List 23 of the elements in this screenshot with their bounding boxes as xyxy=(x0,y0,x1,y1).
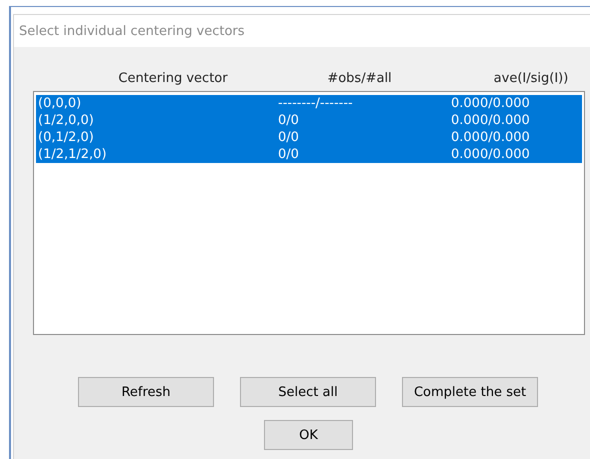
row-text: (1/2,1/2,0) xyxy=(38,147,108,162)
row-text: 0/0 xyxy=(278,147,300,162)
row-text: 0.000/0.000 xyxy=(451,130,531,145)
list-row[interactable]: (0,0,0) --------/------- 0.000/0.000 xyxy=(36,95,582,112)
dialog-button[interactable]: Select all xyxy=(240,377,376,407)
list-row[interactable]: (0,1/2,0) 0/0 0.000/0.000 xyxy=(36,129,582,146)
column-header: #obs/#all xyxy=(327,71,392,86)
dialog-button[interactable]: Refresh xyxy=(78,377,214,407)
row-text: --------/------- xyxy=(278,96,354,111)
row-text: 0/0 xyxy=(278,113,300,128)
column-header: ave(I/sig(I)) xyxy=(494,71,568,86)
row-text: (0,1/2,0) xyxy=(38,130,95,145)
row-text: (0,0,0) xyxy=(38,96,82,111)
row-text: 0/0 xyxy=(278,130,300,145)
list-row[interactable]: (1/2,1/2,0) 0/0 0.000/0.000 xyxy=(36,146,582,163)
row-text: 0.000/0.000 xyxy=(451,147,531,162)
row-text: 0.000/0.000 xyxy=(451,113,531,128)
column-header: Centering vector xyxy=(118,71,228,86)
list-row[interactable]: (1/2,0,0) 0/0 0.000/0.000 xyxy=(36,112,582,129)
dialog-button[interactable]: Complete the set xyxy=(402,377,538,407)
ok-button[interactable]: OK xyxy=(264,420,353,450)
row-text: (1/2,0,0) xyxy=(38,113,95,128)
row-text: 0.000/0.000 xyxy=(451,96,531,111)
